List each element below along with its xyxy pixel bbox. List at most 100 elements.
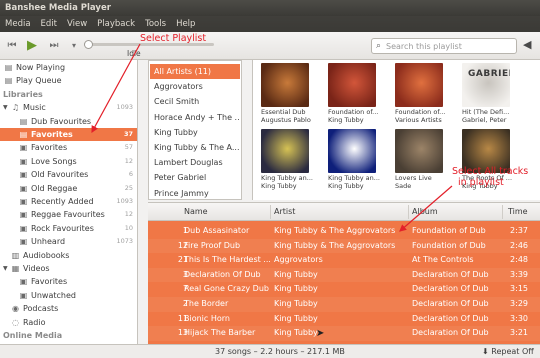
repeat-toggle[interactable]: ⬇ Repeat Off	[482, 347, 534, 356]
play-icon[interactable]: ▶	[24, 38, 40, 54]
track-artist: King Tubby	[274, 284, 318, 294]
menu-edit[interactable]: Edit	[36, 16, 62, 32]
album-title: King Tubby an...	[261, 174, 313, 182]
artist-item[interactable]: Peter Gabriel	[150, 170, 240, 185]
seek-handle[interactable]	[84, 40, 93, 49]
track-time: 2:48	[510, 255, 528, 265]
album-cover	[395, 129, 443, 173]
track-list: Name Artist Album Time 1 Dub Assasinator K…	[148, 202, 540, 344]
window-title: Banshee Media Player	[0, 0, 540, 16]
track-row[interactable]: 11 Bionic Horn King Tubby Declaration Of Du…	[148, 312, 540, 327]
next-icon[interactable]: ⏭	[46, 38, 62, 54]
menu-help[interactable]: Help	[171, 16, 200, 32]
track-row[interactable]: 2 The Border King Tubby Declaration Of Dub 3…	[148, 297, 540, 312]
artist-item[interactable]: All Artists (11)	[150, 64, 240, 80]
album-tile[interactable]: Lovers Live Sade	[387, 129, 453, 193]
album-tile[interactable]: Foundation of... King Tubby	[320, 63, 386, 127]
sidebar-item[interactable]: ▤ Favorites 37	[0, 128, 137, 142]
track-name: The Border	[184, 299, 229, 308]
sidebar-item[interactable]: ▼ ▦ Videos	[0, 262, 137, 275]
column-artist[interactable]: Artist	[274, 207, 295, 216]
track-name: Hijack The Barber	[184, 328, 256, 338]
sidebar-item[interactable]: ▣ Favorites 57	[0, 141, 137, 154]
track-row[interactable]: 7 Real Gone Crazy Dub King Tubby Declaratio…	[148, 282, 540, 297]
sidebar-item[interactable]: ▣ Love Songs 12	[0, 155, 137, 168]
expander-icon[interactable]: ▼	[3, 262, 8, 275]
sidebar-item[interactable]: ▼ ♫ Music 1093	[0, 101, 137, 114]
album-tile[interactable]: GABRIEL Hit (The Defi...Gabriel, Peter	[454, 63, 520, 127]
album-tile[interactable]: Foundation of... Various Artists	[387, 63, 453, 127]
expander-icon[interactable]: ▼	[3, 101, 8, 114]
smart-playlist-icon: ▣	[19, 277, 28, 287]
menu-tools[interactable]: Tools	[140, 16, 171, 32]
album-title: Foundation of...	[328, 108, 379, 116]
column-time[interactable]: Time	[508, 207, 528, 216]
track-time: 3:29	[510, 299, 528, 308]
track-row[interactable]: 12 Fire Proof Dub King Tubby & The Aggrova…	[148, 238, 540, 254]
sidebar-item[interactable]: ▣ Favorites	[0, 275, 137, 288]
sidebar-item[interactable]: ▤ Dub Favourites	[0, 115, 137, 128]
play-queue-icon: ▤	[4, 76, 13, 86]
sidebar-item-label: Music	[23, 103, 46, 113]
track-name: Real Gone Crazy Dub	[184, 284, 269, 294]
search-placeholder: Search this playlist	[386, 42, 462, 51]
previous-icon[interactable]: ⏮	[4, 38, 20, 54]
dropdown-arrow-icon[interactable]: ▾	[66, 38, 82, 54]
artist-item[interactable]: Aggrovators	[150, 79, 240, 94]
album-artist: Various Artists	[395, 116, 442, 124]
smart-playlist-icon: ▣	[19, 210, 28, 220]
sidebar-item[interactable]: ▣ Old Favourites 6	[0, 168, 137, 181]
track-row[interactable]: 1 Dub Assasinator King Tubby & The Aggrova…	[148, 224, 540, 239]
sidebar-item[interactable]: ▥ Audiobooks	[0, 249, 137, 262]
track-row[interactable]: 21 This Is The Hardest ... Aggrovators At T…	[148, 253, 540, 268]
sidebar-item-label: Radio	[23, 317, 46, 327]
menu-view[interactable]: View	[62, 16, 92, 32]
artist-item[interactable]: King Tubby	[150, 125, 240, 140]
volume-icon[interactable]: ◀	[523, 38, 531, 51]
track-album: At The Controls	[412, 255, 474, 265]
sidebar-item-count: 37	[123, 130, 133, 138]
sidebar-item-count: 25	[124, 183, 133, 192]
sidebar-item[interactable]: ▣ Old Reggae 25	[0, 182, 137, 195]
sidebar-item-count: 10	[124, 223, 133, 232]
sidebar-item[interactable]: ▣ Reggae Favourites 12	[0, 208, 137, 221]
track-row[interactable]: 3 Declaration Of Dub King Tubby Declaration…	[148, 267, 540, 283]
menu-playback[interactable]: Playback	[92, 16, 140, 32]
sidebar-item-label: Audiobooks	[23, 250, 70, 260]
artist-item[interactable]: Lambert Douglas	[150, 155, 240, 170]
sidebar-item[interactable]: ▣ Recently Added 1093	[0, 195, 137, 208]
track-time: 3:39	[510, 269, 528, 279]
album-artist: King Tubby	[328, 182, 364, 190]
sidebar-item[interactable]: ▣ Unheard 1073	[0, 235, 137, 248]
sidebar-item[interactable]: ◌ Radio	[0, 316, 137, 329]
artist-item[interactable]: Horace Andy + The ...	[150, 110, 240, 125]
sidebar-item-count: 6	[128, 170, 133, 179]
sidebar-item-label: Rock Favourites	[31, 223, 94, 233]
album-title: King Tubby an...	[328, 174, 380, 182]
album-tile[interactable]: King Tubby an... King Tubby	[253, 129, 319, 193]
search-input[interactable]: ⌕ Search this playlist	[371, 38, 517, 54]
sidebar-item-label: Reggae Favourites	[31, 210, 105, 220]
artist-item[interactable]: Cecil Smith	[150, 94, 240, 109]
album-tile[interactable]: King Tubby an... King Tubby	[320, 129, 386, 193]
album-artist: King Tubby	[328, 116, 364, 124]
sidebar-item[interactable]: ▤ Now Playing	[0, 61, 137, 74]
column-album[interactable]: Album	[412, 207, 438, 216]
artist-item[interactable]: King Tubby & The A...	[150, 140, 240, 155]
sidebar-item[interactable]: ▣ Rock Favourites 10	[0, 222, 137, 235]
smart-playlist-icon: ▣	[19, 156, 28, 166]
column-name[interactable]: Name	[184, 207, 208, 216]
sidebar-item[interactable]: ◉ Podcasts	[0, 302, 137, 315]
sidebar-item[interactable]: ▣ Unwatched	[0, 289, 137, 302]
track-artist: King Tubby	[274, 313, 318, 323]
track-row[interactable]: 13 Hijack The Barber King Tubby Declaration…	[148, 326, 540, 341]
album-tile[interactable]: Essential Dub Augustus Pablo	[253, 63, 319, 127]
sidebar-item-label: Old Reggae	[31, 183, 78, 193]
smart-playlist-icon: ▣	[19, 223, 28, 233]
video-icon: ▦	[11, 264, 20, 273]
sidebar-item[interactable]: ▤ Play Queue	[0, 74, 137, 87]
track-artist: King Tubby	[274, 299, 318, 308]
artist-item[interactable]: Prince Jammy	[150, 186, 240, 199]
menu-media[interactable]: Media	[0, 16, 36, 32]
sidebar-item-label: Old Favourites	[31, 170, 89, 180]
